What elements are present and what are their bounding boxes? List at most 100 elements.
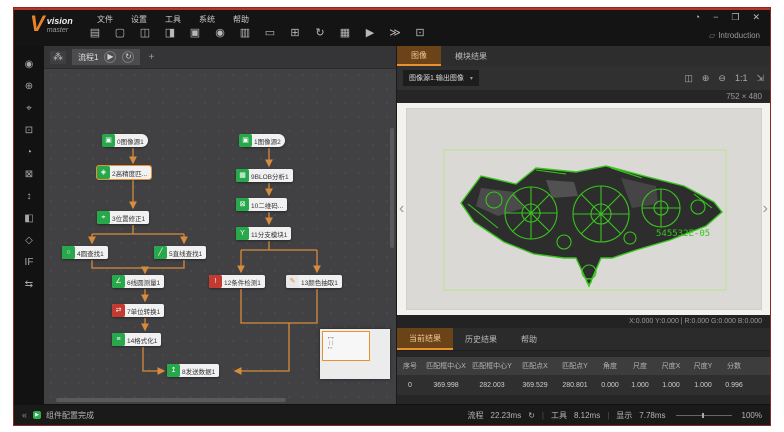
next-image-arrow[interactable]: ›	[763, 199, 768, 219]
camera-icon[interactable]: ◉	[213, 26, 227, 40]
flow-tab-strip: ⁂ 流程1 ▶ ↻ +	[44, 46, 396, 69]
data-queue-icon[interactable]: ▥	[238, 26, 252, 40]
canvas-zoom-slider[interactable]	[676, 415, 732, 416]
global-script-icon[interactable]: ▦	[338, 26, 352, 40]
image-toolbar: 图像源1.输出图像 ▾ ◫ ⊕ ⊖ 1:1 ⇲	[397, 66, 770, 90]
run-continuous-icon[interactable]: ≫	[388, 26, 402, 40]
if-logic-icon[interactable]: IF	[21, 256, 37, 270]
front-run-icon[interactable]: ⊡	[413, 26, 427, 40]
flow-node-format[interactable]: ≡ 14格式化1	[112, 333, 161, 346]
flow-node-line-circle-measure[interactable]: ∠ 6线圆测量1	[112, 275, 164, 288]
restore-icon[interactable]: ❐	[731, 12, 739, 23]
menu-settings[interactable]: 设置	[124, 13, 154, 26]
result-table-row[interactable]: 0 369.998 282.003 369.529 280.801 0.000 …	[397, 375, 770, 395]
introduction-icon: ▱	[709, 31, 715, 40]
minimize-icon[interactable]: −	[713, 12, 718, 23]
menu-tools[interactable]: 工具	[158, 13, 188, 26]
prev-image-arrow[interactable]: ‹	[399, 199, 404, 219]
acquisition-icon[interactable]: ◉	[21, 58, 37, 72]
save-icon[interactable]: ▤	[88, 26, 102, 40]
flow-node-circle-find[interactable]: ○ 4圆查找1	[62, 246, 108, 259]
node-icon: ○	[62, 246, 75, 259]
cell-box-center-y: 282.003	[469, 382, 515, 389]
tab-image[interactable]: 图像	[397, 46, 441, 66]
flow-node-image-source-2[interactable]: ▣ 1图像源2	[239, 134, 285, 147]
open-icon[interactable]: ▢	[113, 26, 127, 40]
node-icon: ∠	[112, 275, 125, 288]
col-box-center-x: 匹配框中心X	[423, 361, 469, 371]
cell-scale-x: 1.000	[655, 382, 687, 389]
position-fix-icon[interactable]: ⌖	[21, 102, 37, 116]
col-scale-y: 尺度Y	[687, 361, 719, 371]
flow-node-blob[interactable]: ▦ 9BLOB分析1	[236, 169, 293, 182]
match-icon[interactable]: ⊠	[21, 168, 37, 182]
logo-v-icon: V	[30, 13, 45, 35]
circle-tools-icon[interactable]: ◔	[21, 146, 37, 160]
export-icon[interactable]: ◨	[163, 26, 177, 40]
tab-module-result[interactable]: 模块结果	[441, 46, 501, 66]
flow-node-position-fix[interactable]: ⌖ 3位置修正1	[97, 211, 149, 224]
flow-tree-icon[interactable]: ⁂	[50, 51, 66, 64]
flow-node-image-source-1[interactable]: ▣ 0图像源1	[102, 134, 148, 147]
introduction-link[interactable]: ▱Introduction	[709, 31, 760, 40]
canvas-zoom-value: 100%	[742, 411, 762, 420]
comm-icon[interactable]: ⇆	[21, 278, 37, 292]
cell-score: 0.996	[719, 382, 749, 389]
location-icon[interactable]: ⊕	[21, 80, 37, 94]
cell-match-x: 369.529	[515, 382, 555, 389]
image-viewer[interactable]: 545532E-05 ‹ ›	[397, 103, 770, 315]
flow-run-button[interactable]: ▶	[104, 51, 116, 63]
canvas-hscrollbar[interactable]	[56, 398, 286, 402]
col-scale: 尺度	[625, 361, 655, 371]
introduction-label: Introduction	[718, 31, 760, 40]
menu-file[interactable]: 文件	[90, 13, 120, 26]
collapse-handle-icon[interactable]: «	[22, 410, 27, 420]
run-once-icon[interactable]: ▶	[363, 26, 377, 40]
tab-help[interactable]: 帮助	[509, 328, 549, 350]
menu-system[interactable]: 系统	[192, 13, 222, 26]
node-label: 3位置修正1	[112, 213, 145, 223]
focus-icon[interactable]: ⊡	[21, 124, 37, 138]
flow-node-line-find[interactable]: ╱ 5直线查找1	[154, 246, 206, 259]
module-io-icon[interactable]: ⊞	[288, 26, 302, 40]
fit-view-icon[interactable]: ◫	[684, 73, 693, 84]
image-source-dropdown[interactable]: 图像源1.输出图像 ▾	[403, 70, 479, 86]
tab-history-result[interactable]: 历史结果	[453, 328, 509, 350]
fullscreen-icon[interactable]: ⇲	[756, 73, 764, 84]
cell-scale: 1.000	[625, 382, 655, 389]
menu-help[interactable]: 帮助	[226, 13, 256, 26]
flow-canvas[interactable]: ▣ 0图像源1 ◈ 2高精度匹... ⌖ 3位置修正1 ○ 4圆查找1 ╱	[44, 68, 396, 405]
node-icon: ▦	[236, 169, 249, 182]
flow-node-branch[interactable]: Y 11分支模块1	[236, 227, 291, 240]
add-flow-button[interactable]: +	[148, 52, 154, 63]
zoom-out-icon[interactable]: ⊖	[718, 73, 726, 84]
canvas-minimap[interactable]: ▪─▪│ │▪ ▪	[320, 329, 390, 379]
main-area: ◉ ⊕ ⌖ ⊡ ◔ ⊠ ↕ ◧ ◇ IF ⇆ ⁂ 流程1 ▶ ↻ +	[14, 46, 770, 405]
flow-tab[interactable]: 流程1 ▶ ↻	[72, 49, 140, 65]
measure-icon[interactable]: ↕	[21, 190, 37, 204]
flow-canvas-panel: ⁂ 流程1 ▶ ↻ +	[44, 46, 397, 405]
node-label: 9BLOB分析1	[251, 171, 289, 181]
close-icon[interactable]: ✕	[752, 12, 760, 23]
one-to-one-icon[interactable]: 1:1	[735, 73, 748, 84]
save-as-icon[interactable]: ◫	[138, 26, 152, 40]
zoom-in-icon[interactable]: ⊕	[702, 73, 710, 84]
run-status-icon: ▶	[33, 411, 41, 419]
color-icon[interactable]: ◇	[21, 234, 37, 248]
calibration-icon[interactable]: ◧	[21, 212, 37, 226]
window-layout-icon[interactable]: ▣	[188, 26, 202, 40]
col-match-x: 匹配点X	[515, 361, 555, 371]
flow-loop-button[interactable]: ↻	[122, 51, 134, 63]
flow-node-qrcode[interactable]: ⊠ 10二维码...	[236, 198, 287, 211]
flow-node-color-extract[interactable]: ✎ 13颜色抽取1	[286, 275, 342, 288]
communication-icon[interactable]: ▭	[263, 26, 277, 40]
flow-node-send-data[interactable]: ↥ 8发送数据1	[167, 364, 219, 377]
cell-index: 0	[397, 382, 423, 389]
tab-current-result[interactable]: 当前结果	[397, 328, 453, 350]
flow-node-unit-convert[interactable]: ⇄ 7单位转换1	[112, 304, 164, 317]
canvas-vscrollbar[interactable]	[390, 128, 394, 248]
help-icon[interactable]: ◔	[695, 12, 700, 23]
flow-node-condition-check[interactable]: ! 12条件检测1	[209, 275, 265, 288]
flow-node-match[interactable]: ◈ 2高精度匹...	[97, 166, 151, 179]
global-trigger-icon[interactable]: ↻	[313, 26, 327, 40]
